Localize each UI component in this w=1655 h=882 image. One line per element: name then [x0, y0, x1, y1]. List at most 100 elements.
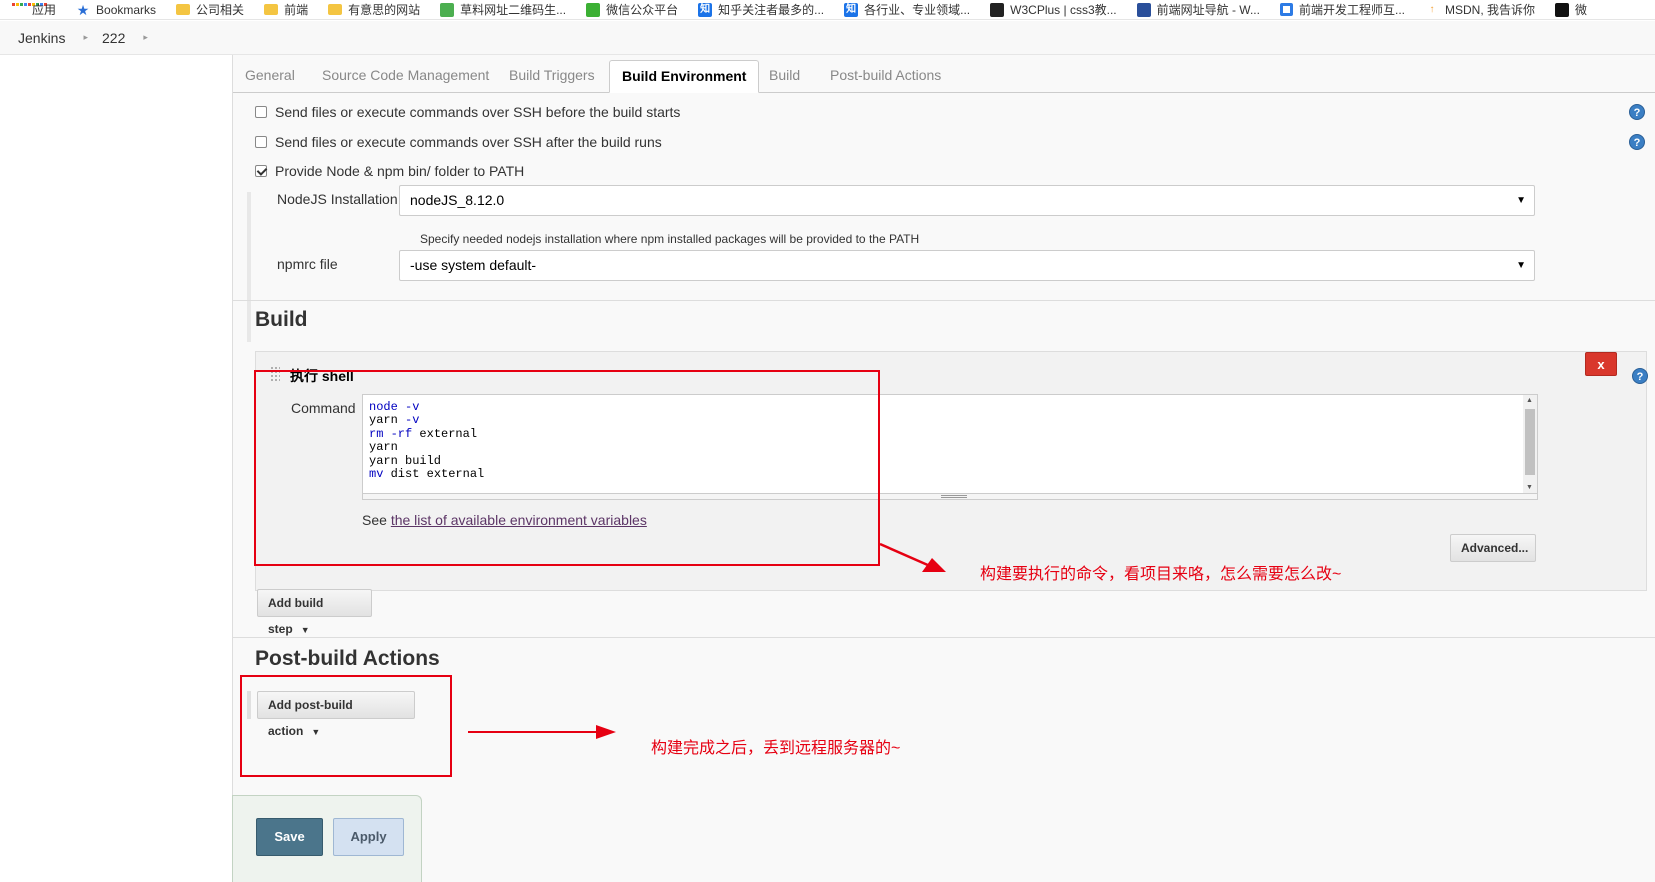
add-build-step-button[interactable]: Add build step ▼	[257, 589, 372, 636]
bookmark-label: MSDN, 我告诉你	[1445, 3, 1536, 17]
bookmark-label: 前端	[284, 3, 309, 17]
help-icon[interactable]: ?	[1629, 134, 1645, 150]
save-button[interactable]: Save	[256, 818, 323, 856]
annotation-box-post-build	[240, 675, 452, 777]
help-icon[interactable]: ?	[1629, 104, 1645, 120]
bookmark-item[interactable]: 前端开发工程师互...	[1279, 1, 1405, 18]
annotation-arrow-build	[879, 542, 946, 572]
nodejs-hint: Specify needed nodejs installation where…	[420, 232, 920, 246]
npmrc-select[interactable]: -use system default- ▼	[399, 250, 1535, 281]
bookmark-item[interactable]: 公司相关	[176, 1, 244, 18]
ring-icon	[1279, 3, 1293, 16]
tab-build-environment[interactable]: Build Environment	[609, 60, 760, 93]
bookmark-label: 微	[1575, 3, 1588, 17]
apply-button[interactable]: Apply	[333, 818, 404, 856]
bookmark-item[interactable]: 前端	[264, 1, 308, 18]
build-section-title: Build	[255, 308, 308, 331]
bookmark-label: Bookmarks	[96, 2, 157, 17]
scroll-thumb[interactable]	[1525, 409, 1535, 475]
annotation-box-build	[254, 370, 880, 566]
command-scrollbar[interactable]: ▲ ▼	[1523, 395, 1537, 493]
bookmark-label: 有意思的网站	[348, 3, 421, 17]
tab-build[interactable]: Build	[757, 60, 812, 93]
zhihu-icon: 知	[698, 2, 713, 17]
option-ssh-after[interactable]: Send files or execute commands over SSH …	[255, 132, 662, 152]
annotation-text-build: 构建要执行的命令，看项目来咯，怎么需要怎么改~	[980, 566, 1342, 583]
add-build-step-label: Add build step	[268, 596, 324, 636]
bookmark-item[interactable]: 微信公众平台	[586, 1, 678, 18]
bookmark-item[interactable]: 知各行业、专业领域...	[844, 1, 970, 18]
zhihu-icon: 知	[844, 2, 859, 17]
bookmark-item[interactable]: 应用	[12, 1, 56, 18]
bottom-button-bar: Save Apply	[232, 795, 422, 882]
help-icon[interactable]: ?	[1632, 368, 1648, 384]
bookmark-label: 前端开发工程师互...	[1298, 3, 1405, 17]
side-panel	[0, 55, 233, 882]
option-node-path[interactable]: Provide Node & npm bin/ folder to PATH	[255, 161, 524, 181]
breadcrumb: Jenkins ▸ 222 ▸	[0, 21, 1655, 55]
dropdown-arrow-icon: ▼	[1516, 260, 1526, 271]
ssh-before-checkbox[interactable]	[255, 106, 267, 118]
tab-build-triggers[interactable]: Build Triggers	[497, 60, 607, 93]
w3cplus-icon	[990, 2, 1005, 17]
apps-grid-icon	[12, 2, 47, 17]
option-ssh-before[interactable]: Send files or execute commands over SSH …	[255, 102, 680, 122]
bookmark-label: 公司相关	[196, 3, 245, 17]
bookmark-item[interactable]: 草料网址二维码生...	[440, 1, 566, 18]
bookmark-label: 微信公众平台	[606, 3, 679, 17]
bookmark-label: W3CPlus | css3教...	[1010, 3, 1117, 17]
tab-source-code-management[interactable]: Source Code Management	[310, 60, 501, 93]
bookmark-label: 各行业、专业领域...	[864, 3, 971, 17]
option-label: Send files or execute commands over SSH …	[275, 104, 681, 120]
folder-icon	[328, 4, 343, 15]
option-label: Send files or execute commands over SSH …	[275, 134, 662, 150]
github-icon	[1555, 2, 1570, 17]
qr-icon	[440, 2, 455, 17]
folder-icon	[176, 4, 191, 15]
annotation-text-post-build: 构建完成之后，丢到远程服务器的~	[651, 740, 901, 757]
ssh-after-checkbox[interactable]	[255, 136, 267, 148]
bookmark-label: 知乎关注者最多的...	[718, 3, 825, 17]
bookmark-item[interactable]: ↑ MSDN, 我告诉你	[1425, 1, 1536, 18]
bookmark-item[interactable]: 微	[1555, 1, 1587, 18]
grip-icon	[941, 495, 967, 498]
caret-down-icon: ▼	[300, 625, 310, 635]
bookmark-item[interactable]: 知知乎关注者最多的...	[698, 1, 824, 18]
scroll-up-icon[interactable]: ▲	[1526, 397, 1533, 404]
npmrc-select-value: -use system default-	[410, 257, 537, 273]
bookmark-item[interactable]: ★ Bookmarks	[76, 3, 156, 17]
bookmarks-bar: 应用 ★ Bookmarks 公司相关 前端 有意思的网站 草料网址二维码生... 微信公众平…	[0, 0, 1655, 20]
delete-step-button[interactable]: x	[1585, 352, 1617, 376]
nodejs-label: NodeJS Installation	[277, 191, 398, 207]
bookmark-label: 前端网址导航 - W...	[1156, 3, 1260, 17]
chevron-right-icon[interactable]: ▸	[143, 32, 148, 43]
bookmark-label: 应用	[32, 3, 57, 17]
npmrc-label: npmrc file	[277, 256, 338, 272]
post-build-section-title: Post-build Actions	[255, 647, 440, 670]
bookmark-label: 草料网址二维码生...	[460, 3, 567, 17]
tab-general[interactable]: General	[233, 60, 307, 93]
option-label: Provide Node & npm bin/ folder to PATH	[275, 163, 525, 179]
section-divider	[233, 300, 1655, 301]
nested-section-bar	[247, 192, 251, 342]
config-tabs: General Source Code Management Build Tri…	[233, 55, 1655, 93]
node-path-checkbox[interactable]	[255, 165, 267, 177]
breadcrumb-job[interactable]: 222	[102, 30, 125, 46]
msdn-icon: ↑	[1429, 3, 1435, 15]
tab-post-build-actions[interactable]: Post-build Actions	[818, 60, 953, 93]
dropdown-arrow-icon: ▼	[1516, 195, 1526, 206]
advanced-button[interactable]: Advanced...	[1450, 534, 1536, 562]
bookmark-item[interactable]: W3CPlus | css3教...	[990, 1, 1117, 18]
chevron-right-icon[interactable]: ▸	[83, 32, 88, 43]
star-icon: ★	[76, 1, 90, 18]
bookmark-item[interactable]: 有意思的网站	[328, 1, 420, 18]
nodejs-select[interactable]: nodeJS_8.12.0 ▼	[399, 185, 1535, 216]
grid-icon	[1136, 2, 1151, 17]
bookmark-item[interactable]: 前端网址导航 - W...	[1136, 1, 1260, 18]
wechat-icon	[586, 2, 601, 17]
section-divider	[233, 637, 1655, 638]
annotation-arrow-post-build	[468, 725, 616, 739]
breadcrumb-jenkins[interactable]: Jenkins	[18, 30, 65, 46]
scroll-down-icon[interactable]: ▼	[1526, 484, 1533, 491]
nodejs-select-value: nodeJS_8.12.0	[410, 192, 505, 208]
